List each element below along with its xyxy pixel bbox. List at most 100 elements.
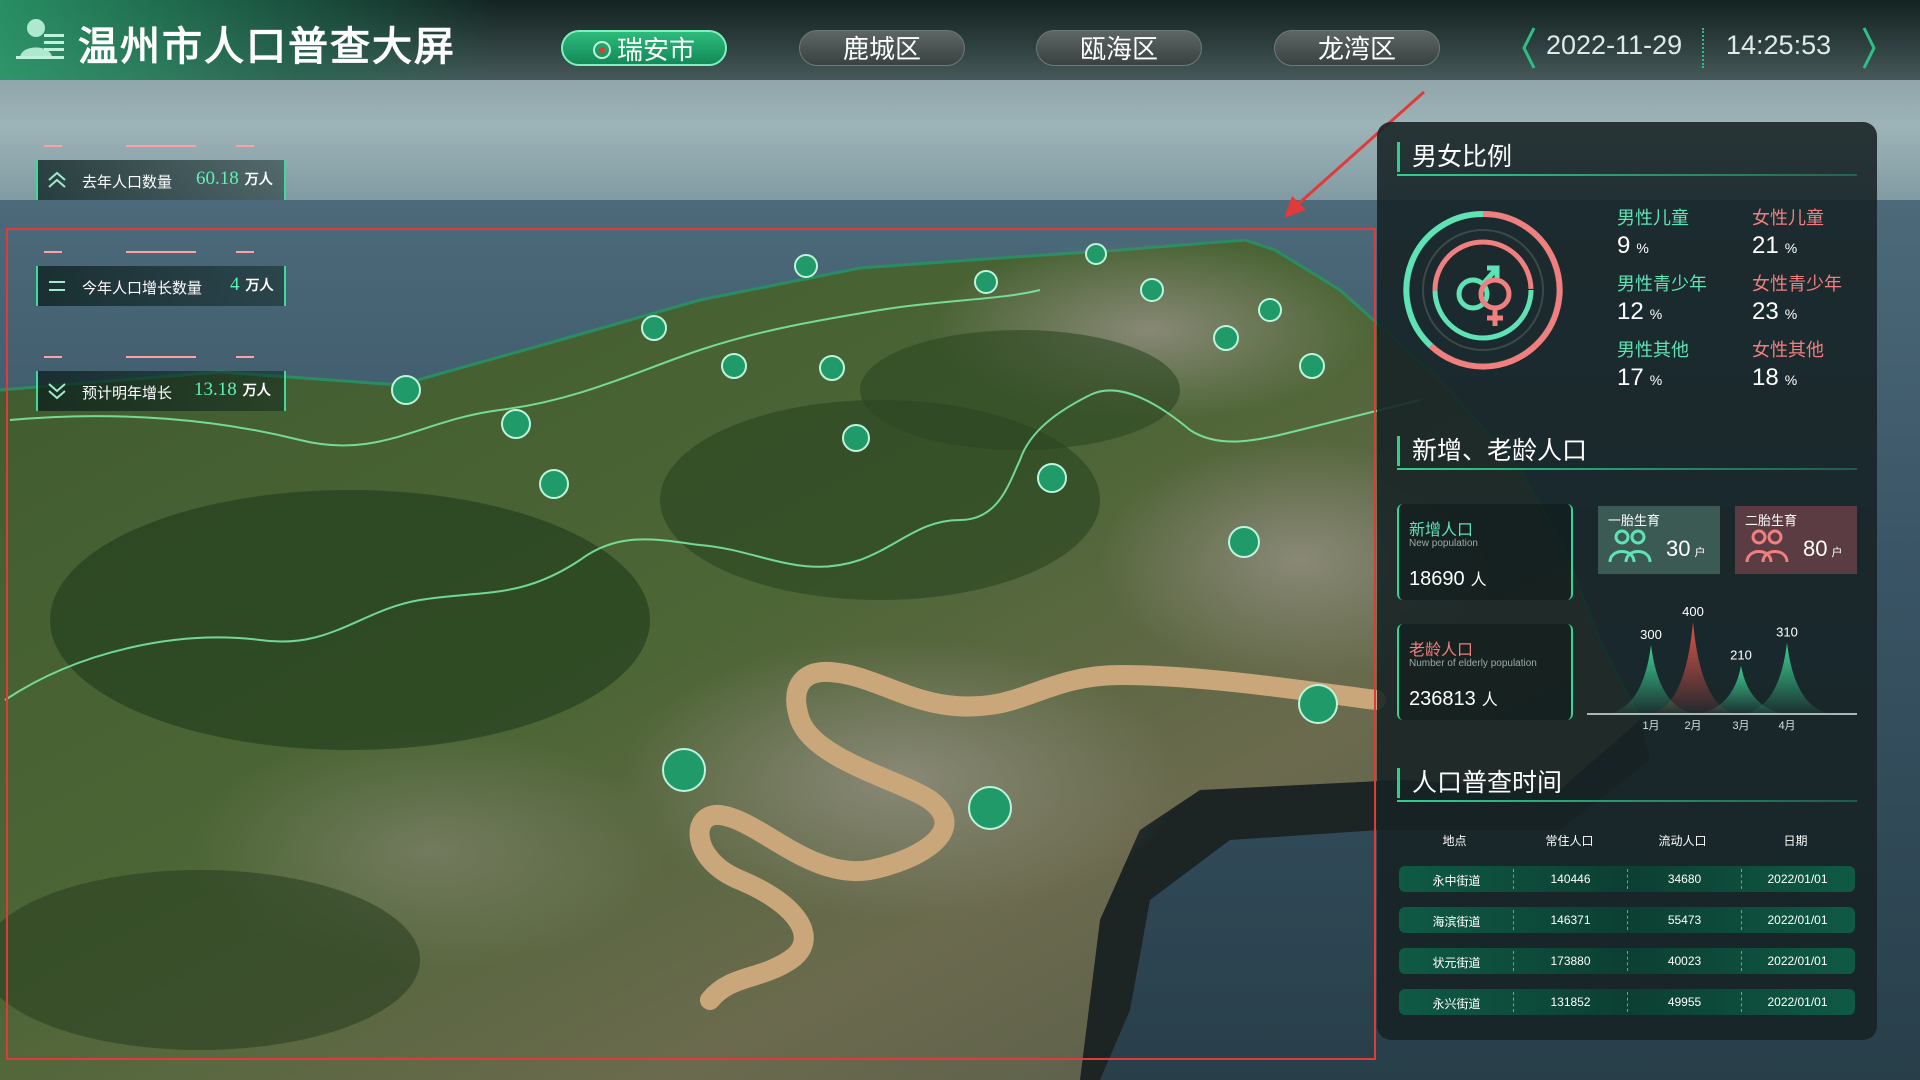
elderly-population-card: 老龄人口 Number of elderly population 236813… bbox=[1397, 624, 1573, 720]
map-marker[interactable] bbox=[662, 748, 706, 792]
right-info-panel: 男女比例 男性儿童 9% 女性儿童 21% 男性青少年 12% 女性青少年 23… bbox=[1377, 122, 1877, 1040]
table-row[interactable]: 永兴街道 131852 49955 2022/01/01 bbox=[1399, 989, 1855, 1015]
card-english-label: Number of elderly population bbox=[1409, 658, 1537, 669]
map-marker[interactable] bbox=[968, 786, 1012, 830]
equals-icon bbox=[49, 281, 65, 291]
gender-ratio-ring bbox=[1403, 210, 1563, 370]
datetime-display: 2022-11-29 14:25:53 bbox=[1520, 22, 1880, 72]
map-marker[interactable] bbox=[1037, 463, 1067, 493]
tab-longwan[interactable]: 龙湾区 bbox=[1274, 30, 1440, 66]
map-marker[interactable] bbox=[974, 270, 998, 294]
map-marker[interactable] bbox=[1085, 243, 1107, 265]
chart-data-label: 400 bbox=[1682, 604, 1704, 619]
chart-data-label: 310 bbox=[1776, 625, 1798, 640]
cell-location: 状元街道 bbox=[1432, 956, 1481, 970]
chevron-down-icon bbox=[48, 383, 66, 400]
map-marker[interactable] bbox=[842, 424, 870, 452]
ratio-female-other: 女性其他 18% bbox=[1752, 340, 1824, 391]
map-marker[interactable] bbox=[721, 353, 747, 379]
section-title-population: 新增、老龄人口 bbox=[1397, 436, 1587, 466]
stat-decoration bbox=[44, 251, 254, 253]
stat-last-year-population: 去年人口数量 60.18 万人 bbox=[36, 145, 286, 200]
map-marker[interactable] bbox=[501, 409, 531, 439]
family-icon bbox=[1608, 529, 1652, 563]
section-title-gender: 男女比例 bbox=[1397, 142, 1512, 172]
chart-data-label: 300 bbox=[1640, 627, 1662, 642]
tab-label: 瓯海区 bbox=[1079, 34, 1158, 64]
tab-lucheng[interactable]: 鹿城区 bbox=[799, 30, 965, 66]
map-marker[interactable] bbox=[1140, 278, 1164, 302]
title-banner: 温州市人口普查大屏 bbox=[0, 0, 500, 80]
ratio-female-teens: 女性青少年 23% bbox=[1752, 274, 1842, 325]
ratio-male-children: 男性儿童 9% bbox=[1617, 208, 1689, 259]
cell-resident: 131852 bbox=[1550, 995, 1591, 1009]
table-row[interactable]: 永中街道 140446 34680 2022/01/01 bbox=[1399, 866, 1855, 892]
cell-resident: 146371 bbox=[1550, 913, 1591, 927]
mountain-range-west bbox=[50, 490, 650, 750]
first-birth-card: 一胎生育 30 户 bbox=[1598, 506, 1720, 574]
cell-location: 海滨街道 bbox=[1432, 915, 1481, 929]
card-english-label: New population bbox=[1409, 538, 1478, 549]
cell-floating: 34680 bbox=[1667, 872, 1702, 886]
mountain-range-north bbox=[860, 330, 1180, 450]
stat-label: 今年人口增长数量 bbox=[82, 280, 203, 297]
cell-location: 永中街道 bbox=[1432, 874, 1481, 888]
cell-date: 2022/01/01 bbox=[1767, 995, 1828, 1009]
map-marker[interactable] bbox=[1228, 526, 1260, 558]
birth-value: 80 户 bbox=[1803, 536, 1843, 561]
ratio-male-teens: 男性青少年 12% bbox=[1617, 274, 1707, 325]
section-underline bbox=[1397, 800, 1857, 802]
ratio-male-other: 男性其他 17% bbox=[1617, 340, 1689, 391]
map-marker[interactable] bbox=[391, 375, 421, 405]
gender-symbol-icon bbox=[1456, 265, 1512, 326]
map-marker[interactable] bbox=[539, 469, 569, 499]
stat-value: 60.18 万人 bbox=[196, 168, 273, 189]
map-marker[interactable] bbox=[1299, 353, 1325, 379]
stat-decoration bbox=[44, 145, 254, 147]
chart-category-label: 3月 bbox=[1732, 720, 1749, 732]
map-marker[interactable] bbox=[1298, 684, 1338, 724]
chevron-right-icon bbox=[1862, 27, 1876, 69]
time-text: 14:25:53 bbox=[1726, 30, 1832, 60]
date-text: 2022-11-29 bbox=[1546, 30, 1683, 60]
birth-value: 30 户 bbox=[1666, 536, 1706, 561]
table-row[interactable]: 状元街道 173880 40023 2022/01/01 bbox=[1399, 948, 1855, 974]
section-title-census: 人口普查时间 bbox=[1397, 768, 1562, 798]
stat-value: 13.18 万人 bbox=[194, 379, 271, 400]
location-dot-icon bbox=[592, 41, 611, 60]
map-marker[interactable] bbox=[641, 315, 667, 341]
chart-category-label: 4月 bbox=[1778, 720, 1795, 732]
chart-data-label: 210 bbox=[1730, 648, 1752, 663]
census-table-header: 地点 常住人口 流动人口 日期 bbox=[1397, 828, 1857, 852]
chevron-up-icon bbox=[48, 171, 66, 188]
cell-date: 2022/01/01 bbox=[1767, 872, 1828, 886]
chevron-left-icon bbox=[1522, 27, 1536, 69]
section-underline bbox=[1397, 468, 1857, 470]
ratio-female-children: 女性儿童 21% bbox=[1752, 208, 1824, 259]
column-header: 常住人口 bbox=[1545, 834, 1594, 848]
stat-label: 预计明年增长 bbox=[82, 385, 173, 402]
map-marker[interactable] bbox=[794, 254, 818, 278]
stat-decoration bbox=[44, 356, 254, 358]
section-underline bbox=[1397, 174, 1857, 176]
top-header: 温州市人口普查大屏 瑞安市 鹿城区 瓯海区 龙湾区 2022-11-29 14:… bbox=[0, 0, 1920, 80]
card-value: 18690 人 bbox=[1409, 568, 1487, 590]
cell-resident: 173880 bbox=[1550, 954, 1591, 968]
mountain-range-southwest bbox=[0, 870, 420, 1050]
datetime-divider bbox=[1702, 28, 1704, 68]
tab-ouhai[interactable]: 瓯海区 bbox=[1036, 30, 1202, 66]
stat-projected-growth: 预计明年增长 13.18 万人 bbox=[36, 356, 286, 411]
map-marker[interactable] bbox=[1258, 298, 1282, 322]
map-marker[interactable] bbox=[819, 355, 845, 381]
table-row[interactable]: 海滨街道 146371 55473 2022/01/01 bbox=[1399, 907, 1855, 933]
cell-location: 永兴街道 bbox=[1432, 997, 1481, 1011]
column-header: 日期 bbox=[1783, 834, 1808, 848]
second-birth-card: 二胎生育 80 户 bbox=[1735, 506, 1857, 574]
monthly-peak-chart: 300 1月 400 2月 210 3月 310 4月 bbox=[1587, 604, 1857, 732]
column-header: 流动人口 bbox=[1658, 834, 1707, 848]
cell-date: 2022/01/01 bbox=[1767, 913, 1828, 927]
card-label: 新增人口 bbox=[1409, 522, 1474, 539]
tab-ruian[interactable]: 瑞安市 bbox=[561, 30, 727, 66]
card-value: 236813 人 bbox=[1409, 688, 1498, 710]
map-marker[interactable] bbox=[1213, 325, 1239, 351]
